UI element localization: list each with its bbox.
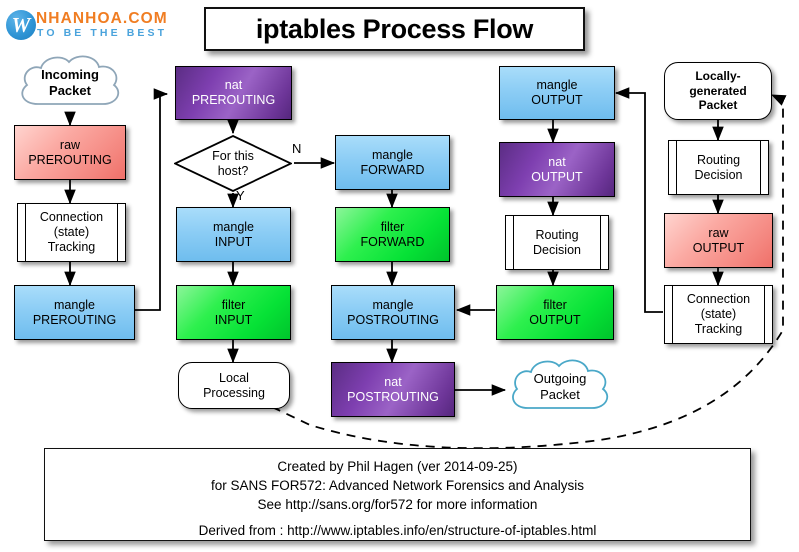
node-label-line2: OUTPUT — [531, 169, 583, 184]
node-mangle-input: mangle INPUT — [176, 207, 291, 262]
node-mangle-prerouting: mangle PREROUTING — [14, 285, 135, 340]
node-label-line2: OUTPUT — [529, 312, 581, 327]
credits-line-3: See http://sans.org/for572 for more info… — [257, 497, 538, 512]
node-label-line2: Packet — [49, 83, 91, 98]
node-label-line1: filter — [543, 297, 567, 312]
node-label-line1: Routing — [535, 227, 579, 242]
node-label-line1: mangle — [372, 147, 413, 162]
node-label-line1: Connection — [39, 210, 104, 224]
credits-line-2: for SANS FOR572: Advanced Network Forens… — [211, 478, 584, 493]
node-label-line2: PREROUTING — [191, 93, 276, 107]
diagram-title: iptables Process Flow — [204, 7, 585, 51]
node-nat-output: nat OUTPUT — [499, 142, 615, 197]
node-mangle-output: mangle OUTPUT — [499, 66, 615, 120]
node-label-line1: nat — [384, 374, 402, 389]
node-label-line1: mangle — [54, 297, 95, 312]
node-label-line2: OUTPUT — [692, 240, 745, 255]
site-logo: W NHANHOA.COM TO BE THE BEST — [6, 8, 191, 44]
node-label-line1: Local — [219, 370, 249, 385]
edge-conntrack-out-to-mangle-out — [614, 87, 663, 313]
node-nat-prerouting: nat PREROUTING — [175, 66, 292, 120]
node-label-line3: Tracking — [694, 322, 743, 336]
node-filter-forward: filter FORWARD — [335, 207, 450, 262]
node-filter-input: filter INPUT — [176, 285, 291, 340]
node-routing-decision-right: Routing Decision — [668, 140, 769, 195]
node-label-line2: generated — [689, 83, 747, 98]
node-raw-output: raw OUTPUT — [664, 213, 773, 268]
node-label-line2: (state) — [700, 307, 737, 321]
node-label-line1: raw — [59, 137, 81, 152]
node-label-line1: filter — [221, 297, 246, 312]
edge-label-yes: Y — [236, 188, 245, 203]
node-mangle-forward: mangle FORWARD — [335, 135, 450, 190]
node-label-line2: OUTPUT — [531, 93, 583, 107]
node-conntrack-inbound: Connection (state) Tracking — [17, 203, 126, 262]
edge-mangle-pre-to-nat-pre — [135, 88, 169, 311]
node-label-line2: Decision — [694, 167, 743, 182]
logo-name: NHANHOA.COM — [36, 10, 168, 27]
node-label-line2: INPUT — [214, 312, 253, 327]
node-label-line3: Tracking — [47, 240, 96, 254]
node-label-line2: PREROUTING — [28, 152, 112, 167]
node-label-line2: host? — [217, 163, 249, 178]
credits-line-1: Created by Phil Hagen (ver 2014-09-25) — [277, 459, 518, 474]
logo-tagline: TO BE THE BEST — [37, 27, 168, 39]
node-routing-decision-middle: Routing Decision — [505, 215, 609, 270]
node-label-line1: For this — [212, 148, 254, 163]
node-label-line2: PREROUTING — [32, 312, 117, 327]
logo-mark-icon: W — [6, 10, 36, 40]
node-conntrack-outbound: Connection (state) Tracking — [664, 285, 773, 344]
node-label-line1: Routing — [696, 152, 741, 167]
node-label-line1: Connection — [686, 292, 751, 306]
credits-box: Created by Phil Hagen (ver 2014-09-25) f… — [44, 448, 751, 541]
node-outgoing-packet: Outgoing Packet — [505, 356, 615, 418]
credits-line-4: Derived from : http://www.iptables.info/… — [198, 523, 597, 538]
node-label-line2: Decision — [533, 242, 581, 257]
node-label-line1: Incoming — [41, 67, 99, 82]
node-label-line2: POSTROUTING — [347, 312, 439, 327]
node-label-line1: nat — [224, 78, 243, 92]
node-decision-for-this-host: For this host? — [174, 135, 292, 192]
edge-label-no: N — [292, 141, 302, 156]
node-incoming-packet: Incoming Packet — [14, 52, 126, 114]
node-raw-prerouting: raw PREROUTING — [14, 125, 126, 180]
node-label-line1: nat — [548, 154, 566, 169]
node-label-line3: Packet — [698, 98, 738, 113]
node-label-line1: Locally- — [695, 69, 741, 84]
node-label-line1: mangle — [372, 297, 414, 312]
node-local-processing: Local Processing — [178, 362, 290, 409]
node-label-line2: POSTROUTING — [347, 389, 439, 404]
diagram-title-text: iptables Process Flow — [255, 13, 534, 44]
node-nat-postrouting: nat POSTROUTING — [331, 362, 455, 417]
node-label-line1: filter — [380, 219, 405, 234]
node-label-line2: (state) — [53, 225, 90, 239]
node-label-line1: Outgoing — [533, 371, 587, 386]
node-label-line1: raw — [708, 225, 729, 240]
node-label-line2: Processing — [203, 385, 265, 400]
node-locally-generated-packet: Locally- generated Packet — [664, 62, 772, 120]
node-label-line1: mangle — [536, 78, 578, 92]
node-mangle-postrouting: mangle POSTROUTING — [331, 285, 455, 340]
node-label-line2: FORWARD — [360, 234, 425, 249]
node-label-line2: Packet — [540, 387, 580, 402]
node-filter-output: filter OUTPUT — [496, 285, 614, 340]
node-label-line2: INPUT — [214, 234, 253, 249]
logo-mark-letter: W — [11, 13, 31, 37]
node-label-line1: mangle — [213, 219, 254, 234]
node-label-line2: FORWARD — [360, 162, 425, 177]
